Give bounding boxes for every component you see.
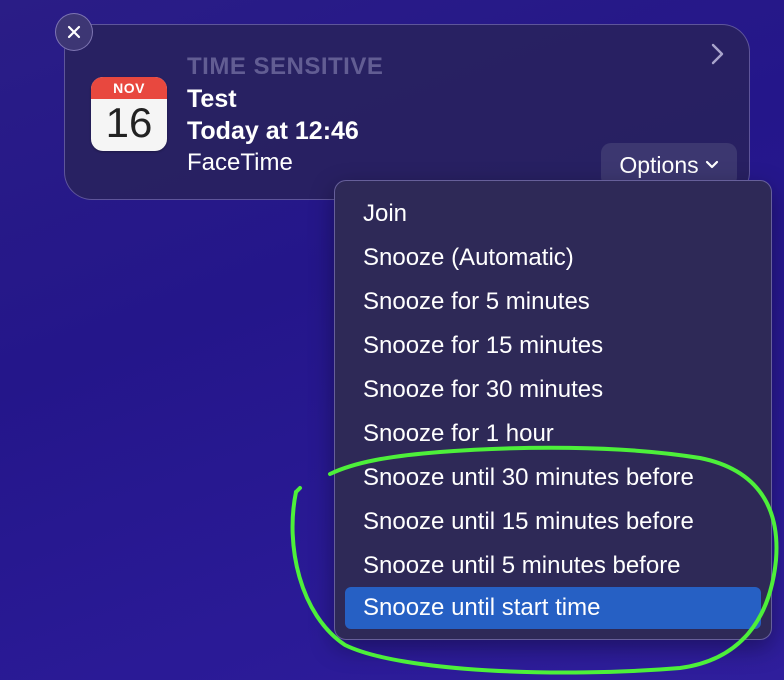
menu-item-snooze-until-start-time[interactable]: Snooze until start time <box>345 587 761 629</box>
menu-item-snooze-until-5-before[interactable]: Snooze until 5 minutes before <box>345 545 761 587</box>
options-label: Options <box>619 151 699 178</box>
notification-title: Test <box>187 85 237 113</box>
notification-text: TIME SENSITIVE Test Today at 12:46 FaceT… <box>187 51 383 179</box>
options-menu: Join Snooze (Automatic) Snooze for 5 min… <box>334 180 772 640</box>
close-icon <box>67 25 81 39</box>
notification-category: TIME SENSITIVE <box>187 53 384 80</box>
calendar-month: NOV <box>91 77 167 99</box>
menu-item-snooze-30-minutes[interactable]: Snooze for 30 minutes <box>345 369 761 411</box>
chevron-down-icon <box>705 160 718 169</box>
calendar-day: 16 <box>105 99 153 146</box>
close-notification-button[interactable] <box>55 13 93 51</box>
notification-app: FaceTime <box>187 149 293 176</box>
menu-item-snooze-automatic[interactable]: Snooze (Automatic) <box>345 237 761 279</box>
menu-item-snooze-1-hour[interactable]: Snooze for 1 hour <box>345 413 761 455</box>
menu-item-join[interactable]: Join <box>345 193 761 235</box>
notification-card[interactable]: NOV 16 TIME SENSITIVE Test Today at 12:4… <box>64 24 750 200</box>
calendar-icon: NOV 16 <box>91 77 167 151</box>
menu-item-snooze-15-minutes[interactable]: Snooze for 15 minutes <box>345 325 761 367</box>
notification-time: Today at 12:46 <box>187 117 359 145</box>
menu-item-snooze-5-minutes[interactable]: Snooze for 5 minutes <box>345 281 761 323</box>
chevron-right-icon[interactable] <box>707 41 727 67</box>
menu-item-snooze-until-30-before[interactable]: Snooze until 30 minutes before <box>345 457 761 499</box>
menu-item-snooze-until-15-before[interactable]: Snooze until 15 minutes before <box>345 501 761 543</box>
